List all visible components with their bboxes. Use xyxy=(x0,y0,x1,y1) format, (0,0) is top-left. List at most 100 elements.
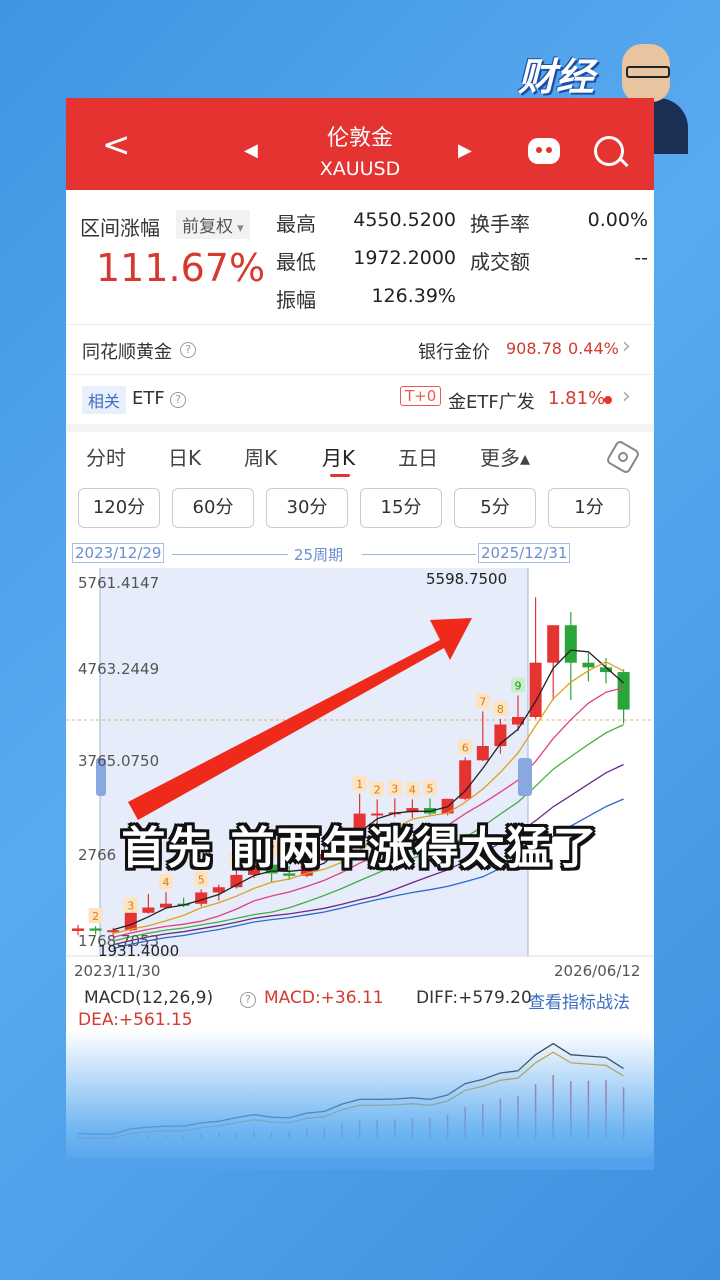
help-icon[interactable]: ? xyxy=(180,342,196,358)
page-title: 伦敦金 xyxy=(326,126,393,151)
candle-body xyxy=(547,625,560,663)
pill-60min[interactable]: 60分 xyxy=(172,488,254,528)
high-value: 4550.5200 xyxy=(353,209,456,231)
y-axis-label: 3765.0750 xyxy=(78,752,160,770)
bank-gold-label: 银行金价 xyxy=(418,342,490,363)
td-count-number: 4 xyxy=(409,783,416,796)
adjust-dropdown[interactable]: 前复权 xyxy=(176,210,250,239)
range-line xyxy=(362,554,476,555)
range-start-date[interactable]: 2023/12/29 xyxy=(72,543,165,563)
volume-value: -- xyxy=(634,247,648,269)
y-axis-label: 5761.4147 xyxy=(78,574,160,592)
page-subtitle: XAUUSD xyxy=(319,158,401,180)
tab-monthly[interactable]: 月K xyxy=(322,442,355,471)
candle-body xyxy=(89,928,102,931)
app-screen: < ◀ 伦敦金 XAUUSD ▶ 区间涨幅 前复权 111.67% 最高 455… xyxy=(66,98,654,1158)
live-dot-icon xyxy=(604,396,612,404)
video-caption: 首先 前两年涨得太猛了 xyxy=(121,823,599,874)
bank-gold-price: 908.78 xyxy=(506,339,562,358)
candle-body xyxy=(582,662,595,668)
td-count-number: 3 xyxy=(127,900,134,913)
related-etf-row[interactable]: 相关 ETF ? T+0 金ETF广发 1.81% › xyxy=(66,374,654,432)
pill-5min[interactable]: 5分 xyxy=(454,488,536,528)
x-axis-start: 2023/11/30 xyxy=(74,962,161,980)
range-period-count: 25周期 xyxy=(294,546,344,564)
td-count-number: 8 xyxy=(497,703,504,716)
low-label: 最低 xyxy=(276,250,316,274)
range-selector[interactable]: 2023/12/29 25周期 2025/12/31 xyxy=(66,540,654,570)
range-change-value: 111.67% xyxy=(96,246,266,290)
next-instrument-icon[interactable]: ▶ xyxy=(458,140,472,161)
bank-gold-change: 0.44% xyxy=(568,339,619,358)
pill-15min[interactable]: 15分 xyxy=(360,488,442,528)
range-change-label: 区间涨幅 xyxy=(80,216,160,240)
related-tag: 相关 xyxy=(82,386,127,414)
help-icon[interactable]: ? xyxy=(240,992,256,1008)
x-axis-end: 2026/06/12 xyxy=(554,962,641,980)
pill-30min[interactable]: 30分 xyxy=(266,488,348,528)
bottom-fade-overlay xyxy=(66,1030,654,1170)
gold-link-row[interactable]: 同花顺黄金 ? 银行金价 908.78 0.44% › xyxy=(66,324,654,375)
chevron-right-icon: › xyxy=(622,384,631,409)
robot-assistant-icon[interactable] xyxy=(528,138,560,164)
y-axis-label: 4763.2449 xyxy=(78,660,160,678)
etf-label: ETF xyxy=(132,388,165,409)
td-count-number: 7 xyxy=(479,695,486,708)
td-count-number: 6 xyxy=(462,741,469,754)
candle-body xyxy=(124,912,137,931)
tab-intraday[interactable]: 分时 xyxy=(86,442,126,471)
td-count-number: 1 xyxy=(356,778,363,791)
period-low-marker: 1931.4000 xyxy=(98,942,180,960)
kline-chart-svg: 234 567891 2 3 4 56789 xyxy=(66,568,654,957)
indicator-dropdown[interactable]: MACD(12,26,9) xyxy=(84,988,213,1008)
range-handle-right xyxy=(518,758,532,796)
period-high-marker: 5598.7500 xyxy=(426,570,508,588)
candle-body xyxy=(72,928,84,931)
macd-indicator-bar: MACD(12,26,9) ? MACD:+36.11 DIFF:+579.20… xyxy=(66,984,654,1034)
amplitude-value: 126.39% xyxy=(371,285,456,307)
search-icon[interactable] xyxy=(594,136,624,166)
settings-icon[interactable] xyxy=(605,439,641,475)
td-count-number: 4 xyxy=(163,876,170,889)
range-line xyxy=(172,554,288,555)
amplitude-label: 振幅 xyxy=(276,288,316,312)
host-glasses xyxy=(626,66,670,78)
turnover-label: 换手率 xyxy=(470,212,530,236)
turnover-value: 0.00% xyxy=(587,209,648,231)
gold-product-name[interactable]: 同花顺黄金 xyxy=(82,338,172,364)
etf-change: 1.81% xyxy=(548,388,606,409)
brand-line1: 财经 xyxy=(518,55,595,99)
tab-daily[interactable]: 日K xyxy=(168,442,201,471)
volume-label: 成交额 xyxy=(470,250,530,274)
tab-weekly[interactable]: 周K xyxy=(244,442,277,471)
stats-panel: 区间涨幅 前复权 111.67% 最高 4550.5200 最低 1972.20… xyxy=(66,190,654,325)
macd-value: MACD:+36.11 xyxy=(264,988,384,1008)
td-count-number: 3 xyxy=(391,783,398,796)
diff-value: DIFF:+579.20 xyxy=(416,988,532,1008)
dea-value: DEA:+561.15 xyxy=(78,1010,193,1030)
high-label: 最高 xyxy=(276,212,316,236)
td-count-number: 2 xyxy=(92,910,99,923)
td-count-number: 2 xyxy=(374,783,381,796)
low-value: 1972.2000 xyxy=(353,247,456,269)
indicator-strategy-link[interactable]: 查看指标战法 xyxy=(528,988,630,1013)
candle-body xyxy=(617,672,630,710)
chevron-right-icon: › xyxy=(622,334,631,359)
candle-body xyxy=(142,907,155,913)
period-tabs: 分时 日K 周K 月K 五日 更多▴ xyxy=(66,432,654,482)
range-end-date[interactable]: 2025/12/31 xyxy=(478,543,571,563)
etf-name[interactable]: 金ETF广发 xyxy=(448,388,535,414)
active-tab-indicator xyxy=(330,474,350,477)
top-header: < ◀ 伦敦金 XAUUSD ▶ xyxy=(66,98,654,190)
minute-interval-pills: 120分 60分 30分 15分 5分 1分 xyxy=(66,486,654,532)
td-count-number: 9 xyxy=(515,679,522,692)
tab-more[interactable]: 更多▴ xyxy=(480,442,530,471)
help-icon[interactable]: ? xyxy=(170,392,186,408)
pill-1min[interactable]: 1分 xyxy=(548,488,630,528)
tab-five-day[interactable]: 五日 xyxy=(398,442,438,471)
candle-body xyxy=(459,760,472,799)
pill-120min[interactable]: 120分 xyxy=(78,488,160,528)
candle-body xyxy=(564,625,577,663)
kline-chart[interactable]: 23456789123456789 5761.4147 4763.2449 37… xyxy=(66,568,654,988)
candle-body xyxy=(476,746,489,761)
